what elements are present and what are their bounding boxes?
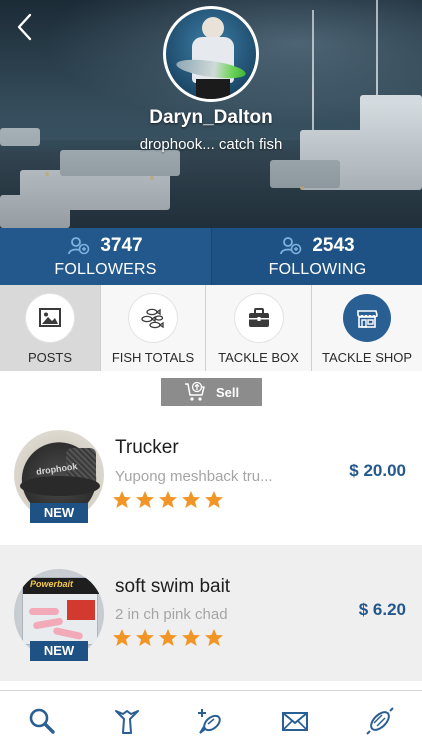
fish-group-icon [141,308,164,329]
star-icon [205,629,223,646]
product-price: $ 6.20 [358,600,406,619]
product-item[interactable]: Powerbait NEW soft swim bait 2 in ch pin… [0,545,422,681]
store-icon [357,310,378,328]
sell-button[interactable]: Sell [161,378,262,406]
product-title: Trucker [115,437,179,458]
users-icon [68,237,90,255]
cart-upload-icon [184,381,205,401]
briefcase-icon [249,308,269,327]
nav-search[interactable] [22,701,62,741]
sell-label: Sell [215,384,240,400]
following-label: FOLLOWING [268,261,367,278]
followers-stat[interactable]: 3747 FOLLOWERS [0,228,211,285]
star-icon [113,629,131,646]
tab-label: FISH TOTALS [111,350,195,365]
fish-tail-icon [114,709,139,734]
tab-tackle-box[interactable]: TACKLE BOX [206,285,312,371]
star-icon [159,629,177,646]
star-icon [113,491,131,508]
profile-bio: drophook... catch fish [139,136,283,153]
mail-icon [282,711,309,731]
product-logo: Powerbait [30,579,74,589]
star-icon [182,491,200,508]
star-icon [205,491,223,508]
image-icon [39,308,61,327]
new-badge: NEW [30,641,88,661]
tab-posts[interactable]: POSTS [0,285,101,371]
username: Daryn_Dalton [149,107,273,128]
chevron-left-icon [17,13,32,41]
bottom-nav [0,690,422,750]
followers-label: FOLLOWERS [54,261,157,278]
tab-label: TACKLE SHOP [321,350,413,365]
search-icon [29,708,55,734]
nav-add-catch[interactable] [191,701,231,741]
back-button[interactable] [14,12,36,42]
star-icon [136,629,154,646]
stats-bar: 3747 FOLLOWERS 2543 FOLLOWING [0,228,422,285]
product-description: Yupong meshback tru... [115,468,273,485]
star-rating [112,628,224,648]
product-item[interactable]: drophook NEW Trucker Yupong meshback tru… [0,410,422,546]
add-fish-icon [197,708,221,734]
tab-label: POSTS [27,350,73,365]
product-description: 2 in ch pink chad [115,606,228,623]
users-icon [280,237,302,255]
tab-tackle-shop[interactable]: TACKLE SHOP [312,285,422,371]
following-stat[interactable]: 2543 FOLLOWING [211,228,422,285]
lure-icon [366,706,394,735]
following-count: 2543 [312,235,355,256]
star-icon [182,629,200,646]
followers-count: 3747 [100,235,143,256]
nav-tackle[interactable] [360,701,400,741]
product-price: $ 20.00 [349,461,406,480]
avatar[interactable] [163,6,259,102]
star-rating [112,490,224,510]
tab-label: TACKLE BOX [218,350,299,365]
profile-header: Daryn_Dalton drophook... catch fish [0,0,422,228]
new-badge: NEW [30,503,88,523]
nav-messages[interactable] [275,701,315,741]
nav-feed[interactable] [107,701,147,741]
profile-tabs: POSTS FISH TOTALS TACKLE BOX TACKLE SHOP [0,285,422,371]
star-icon [136,491,154,508]
product-title: soft swim bait [115,576,231,597]
tab-fish-totals[interactable]: FISH TOTALS [101,285,206,371]
star-icon [159,491,177,508]
